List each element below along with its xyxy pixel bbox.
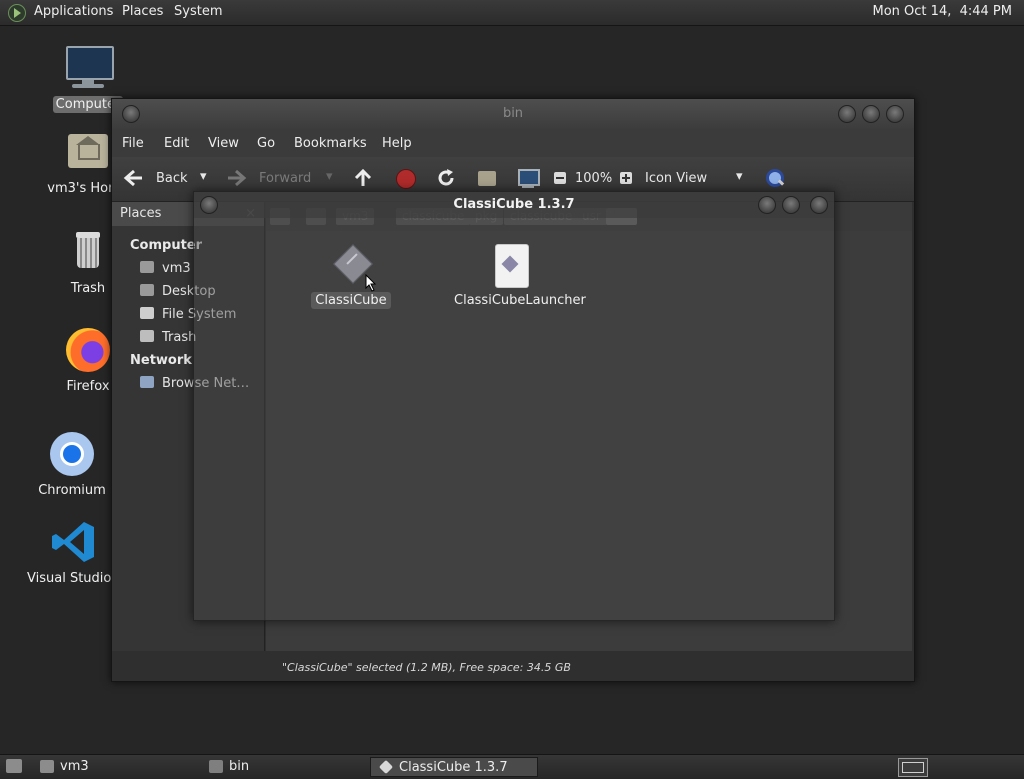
clock[interactable]: Mon Oct 14, 4:44 PM: [873, 4, 1012, 19]
forward-history-dropdown-icon[interactable]: ▾: [326, 169, 333, 184]
maximize-button[interactable]: [862, 105, 880, 123]
classicube-window-title[interactable]: ClassiCube 1.3.7: [194, 192, 834, 218]
taskbar-item-classicube[interactable]: ClassiCube 1.3.7: [370, 757, 538, 777]
status-bar: "ClassiCube" selected (1.2 MB), Free spa…: [266, 655, 912, 680]
classicube-launcher-file-icon: [491, 244, 531, 288]
back-history-dropdown-icon[interactable]: ▾: [200, 169, 207, 184]
mouse-cursor-icon: [365, 273, 377, 296]
close-button[interactable]: [886, 105, 904, 123]
sidebar-item-vm3[interactable]: vm3: [140, 261, 191, 276]
view-mode-select[interactable]: Icon View: [645, 171, 707, 186]
menubar: File Edit View Go Bookmarks Help: [112, 129, 914, 157]
zoom-in-icon[interactable]: [618, 167, 640, 189]
home-folder-icon: [140, 261, 154, 273]
file-item-classicube[interactable]: ClassiCube: [305, 244, 397, 309]
top-panel: Applications Places System Mon Oct 14, 4…: [0, 0, 1024, 26]
sidebar-section-computer: Computer: [130, 238, 203, 253]
desktop-icon-label: Firefox: [66, 379, 110, 394]
taskbar-item-label: ClassiCube 1.3.7: [399, 760, 508, 775]
minimize-button[interactable]: [758, 196, 776, 214]
workspace-switcher[interactable]: [898, 758, 928, 777]
computer-icon: [64, 44, 114, 92]
taskbar-item-vm3[interactable]: vm3: [32, 757, 197, 777]
menu-file[interactable]: File: [122, 136, 144, 151]
search-icon[interactable]: [764, 167, 786, 189]
chromium-icon: [48, 430, 96, 478]
trash-icon: [140, 330, 154, 342]
desktop-icon-chromium[interactable]: Chromium: [22, 430, 122, 499]
system-menu[interactable]: System: [174, 4, 222, 19]
trash-icon: [64, 228, 112, 276]
home-folder-icon: [64, 128, 112, 176]
menu-bookmarks[interactable]: Bookmarks: [294, 136, 367, 151]
sidebar-item-trash[interactable]: Trash: [140, 330, 196, 345]
forward-button[interactable]: Forward: [259, 171, 311, 186]
back-arrow-icon[interactable]: [122, 167, 144, 189]
distro-logo-icon[interactable]: [8, 4, 26, 22]
file-label: ClassiCube: [311, 292, 391, 309]
maximize-button[interactable]: [782, 196, 800, 214]
sidebar-section-network: Network: [130, 353, 192, 368]
window-menu-button[interactable]: [122, 105, 140, 123]
taskbar-item-label: bin: [229, 759, 250, 774]
network-icon: [140, 376, 154, 388]
sidebar-item-label: Trash: [162, 330, 197, 345]
taskbar-item-label: vm3: [60, 759, 89, 774]
menu-go[interactable]: Go: [257, 136, 275, 151]
stop-icon[interactable]: [394, 167, 416, 189]
file-item-classicubelauncher[interactable]: ClassiCubeLauncher: [450, 244, 586, 309]
zoom-level: 100%: [575, 171, 613, 186]
drive-icon: [140, 307, 154, 319]
menu-help[interactable]: Help: [382, 136, 412, 151]
file-label: ClassiCubeLauncher: [454, 293, 586, 308]
places-menu[interactable]: Places: [122, 4, 163, 19]
window-menu-button[interactable]: [200, 196, 218, 214]
desktop-icon-label: Visual Studio Code: [27, 571, 124, 586]
forward-arrow-icon: [226, 167, 248, 189]
firefox-icon: [64, 326, 112, 374]
cube-icon: [378, 759, 394, 775]
taskbar-item-bin[interactable]: bin: [201, 757, 366, 777]
desktop-icon-label: Chromium: [38, 483, 106, 498]
home-folder-icon: [40, 760, 54, 773]
up-arrow-icon[interactable]: [352, 167, 374, 189]
home-icon[interactable]: [476, 167, 498, 189]
desktop-icon-vscode[interactable]: Visual Studio Code: [24, 518, 124, 587]
back-button[interactable]: Back: [156, 171, 188, 186]
folder-icon: [140, 284, 154, 296]
sidebar-item-label: vm3: [162, 261, 191, 276]
minimize-button[interactable]: [838, 105, 856, 123]
window-titlebar[interactable]: bin: [112, 99, 914, 129]
menu-view[interactable]: View: [208, 136, 239, 151]
folder-icon: [209, 760, 223, 773]
zoom-out-icon[interactable]: [552, 167, 574, 189]
bottom-panel: vm3 bin ClassiCube 1.3.7: [0, 754, 1024, 779]
view-mode-dropdown-icon[interactable]: ▾: [736, 169, 743, 184]
applications-menu[interactable]: Applications: [34, 4, 113, 19]
window-title: bin: [502, 106, 524, 121]
vscode-icon: [50, 518, 98, 566]
sidebar-title: Places: [120, 206, 162, 221]
computer-icon[interactable]: [517, 167, 540, 189]
close-button[interactable]: [810, 196, 828, 214]
menu-edit[interactable]: Edit: [164, 136, 189, 151]
desktop-icon-label: Trash: [70, 281, 106, 296]
reload-icon[interactable]: [435, 167, 457, 189]
show-desktop-icon[interactable]: [6, 759, 22, 773]
